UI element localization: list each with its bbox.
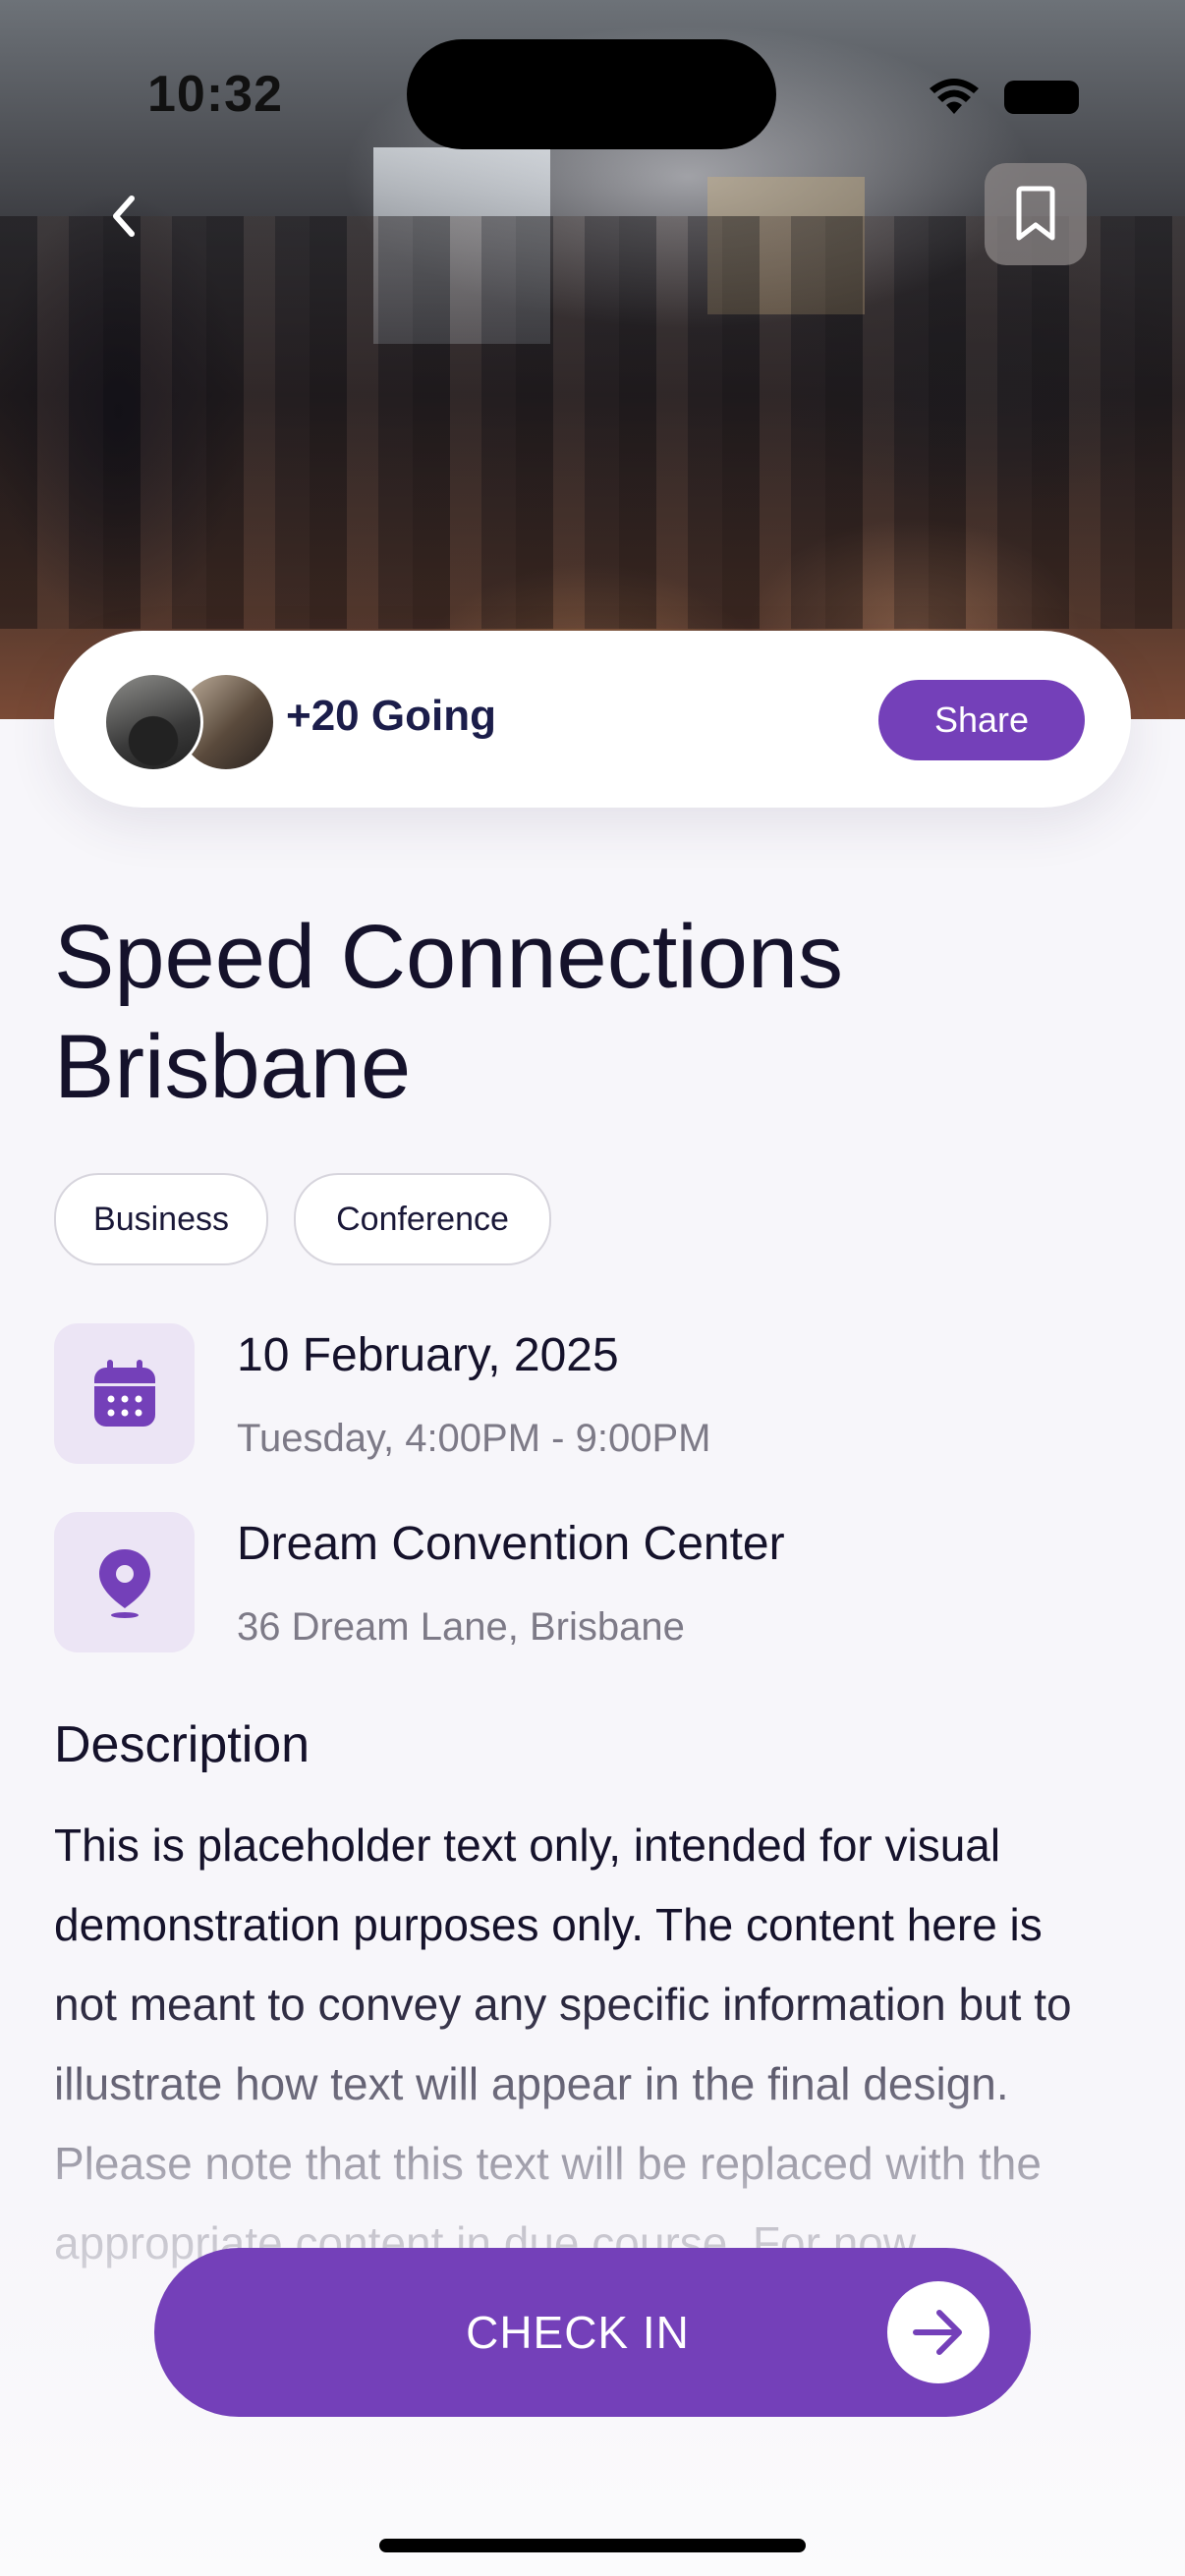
venue-name: Dream Convention Center — [237, 1518, 785, 1570]
event-title-line-2: Brisbane — [54, 1017, 412, 1117]
tag-business[interactable]: Business — [54, 1173, 268, 1265]
event-title: Speed Connections Brisbane — [54, 902, 1086, 1122]
battery-icon — [1004, 81, 1079, 114]
calendar-icon — [93, 1359, 155, 1427]
check-in-button[interactable]: CHECK IN — [154, 2248, 1031, 2417]
map-pin-icon — [98, 1548, 150, 1618]
wifi-icon — [928, 77, 981, 121]
attendees-card: +20 Going Share — [54, 631, 1131, 808]
home-indicator — [379, 2539, 806, 2552]
location-icon-box — [54, 1512, 195, 1652]
arrow-circle — [887, 2281, 989, 2383]
arrow-right-icon — [913, 2310, 962, 2355]
check-in-label: CHECK IN — [466, 2307, 690, 2358]
status-time: 10:32 — [147, 66, 283, 123]
description-heading: Description — [54, 1716, 310, 1773]
venue-address: 36 Dream Lane, Brisbane — [237, 1605, 685, 1649]
event-time-range: Tuesday, 4:00PM - 9:00PM — [237, 1417, 711, 1460]
attendees-count: +20 Going — [286, 692, 496, 740]
tag-conference[interactable]: Conference — [294, 1173, 551, 1265]
event-title-line-1: Speed Connections — [54, 907, 844, 1007]
avatar — [103, 672, 203, 772]
cover-crowd — [0, 216, 1185, 629]
bookmark-button[interactable] — [985, 163, 1087, 265]
event-date: 10 February, 2025 — [237, 1329, 619, 1381]
chevron-left-icon — [113, 196, 135, 237]
dynamic-island — [407, 39, 776, 149]
bookmark-icon — [1016, 186, 1055, 241]
share-button[interactable]: Share — [878, 680, 1085, 760]
back-button[interactable] — [94, 187, 153, 246]
calendar-icon-box — [54, 1323, 195, 1464]
